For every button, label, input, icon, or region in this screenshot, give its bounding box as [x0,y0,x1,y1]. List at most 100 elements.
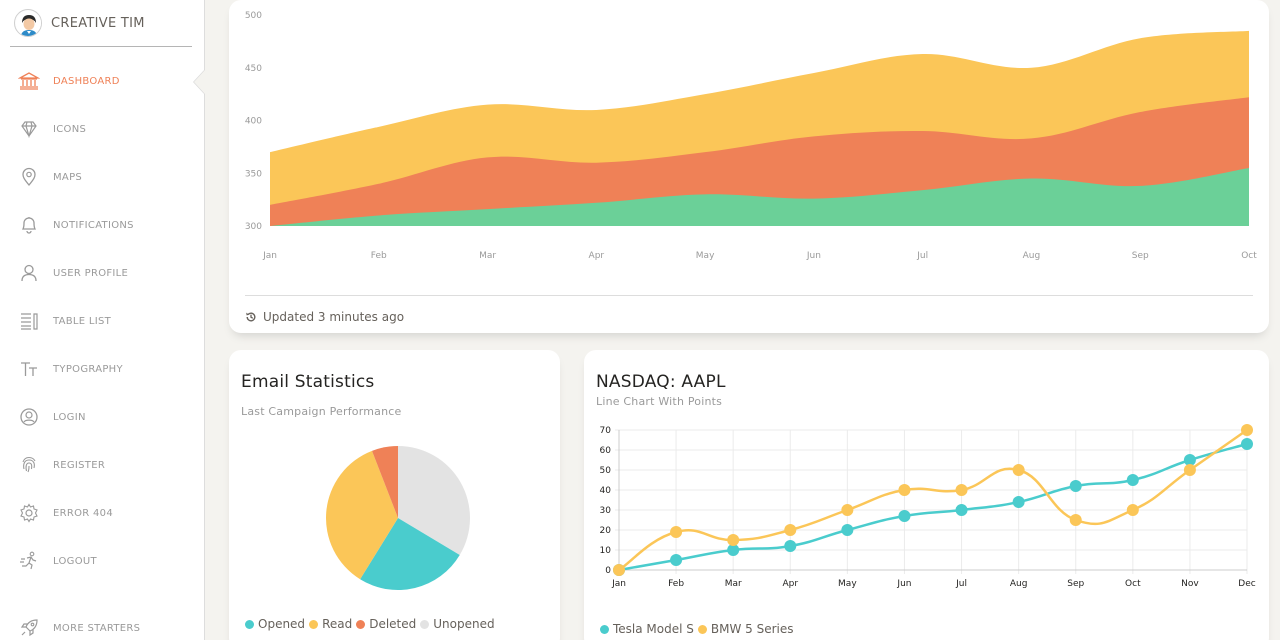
data-point[interactable] [670,554,683,566]
data-point[interactable] [1241,438,1253,450]
data-point[interactable] [898,510,911,522]
table-list-icon [21,313,38,330]
data-point[interactable] [784,524,797,536]
x-tick-label: Feb [668,579,684,589]
bell-icon [21,217,37,234]
y-tick-label: 20 [600,526,612,536]
x-tick-label: Oct [1241,251,1257,261]
data-point[interactable] [613,564,625,576]
sidebar-item-more-starters[interactable]: MORE STARTERS [0,604,204,640]
x-tick-label: Jan [611,579,626,589]
x-tick-label: Oct [1125,579,1141,589]
email-statistics-card: Email Statistics Last Campaign Performan… [229,350,560,640]
nasdaq-line-chart: 70 60 50 40 30 20 10 0Jan Feb Mar Apr May Jun Jul Aug S… [600,424,1256,589]
data-point[interactable] [670,526,683,538]
typography-icon [21,362,37,376]
legend-label: Opened [258,617,306,631]
legend-dot-icon [600,624,609,634]
legend-dot-icon [697,624,707,634]
y-tick-label: 50 [600,466,612,476]
x-tick-label: Jun [896,579,911,589]
sidebar-item-dashboard[interactable]: DASHBOARD [0,57,204,105]
sidebar-item-label: REGISTER [53,459,106,471]
x-tick-label: Sep [1067,579,1084,589]
x-tick-label: Nov [1181,579,1199,589]
brand-name: CREATIVE TIM [51,15,145,31]
sidebar-item-label: NOTIFICATIONS [53,219,134,231]
data-point[interactable] [1069,514,1082,526]
x-tick-label: Jul [916,251,928,261]
diamond-icon [21,121,37,139]
bank-icon [18,72,40,90]
users-behavior-card: 500 450 400 350 300 Jan Feb Mar Apr May Jun Jul Aug S… [229,0,1269,333]
sidebar-item-icons[interactable]: ICONS [0,105,204,153]
data-point[interactable] [841,504,854,516]
settings-icon [20,503,38,523]
data-point[interactable] [1241,424,1253,436]
legend-dot-icon [356,619,366,629]
nasdaq-card: NASDAQ: AAPL Line Chart With Points 70 60… [584,350,1269,640]
data-point[interactable] [1069,480,1082,492]
x-tick-label: Jul [955,579,967,589]
data-point[interactable] [1183,464,1196,476]
sidebar-item-label: TABLE LIST [53,315,112,327]
legend-label: Unopened [433,617,495,631]
data-point[interactable] [841,524,854,536]
y-tick-label: 400 [245,117,262,127]
sidebar-item-login[interactable]: LOGIN [0,393,204,441]
card-footer-stats: Updated 3 minutes ago [245,310,404,324]
legend-label: BMW 5 Series [710,622,794,636]
sidebar-item-label: DASHBOARD [53,75,120,87]
x-tick-label: Sep [1132,251,1149,261]
chart-legend: Tesla Model S BMW 5 Series [600,622,794,636]
sidebar-item-typography[interactable]: TYPOGRAPHY [0,345,204,393]
sidebar-item-user-profile[interactable]: USER PROFILE [0,249,204,297]
logout-icon [20,551,37,570]
login-icon [20,408,38,426]
x-tick-label: Aug [1023,251,1041,261]
sidebar-item-label: USER PROFILE [53,267,129,279]
y-tick-label: 500 [245,11,262,21]
sidebar-item-label: TYPOGRAPHY [53,363,123,375]
x-tick-label: Apr [589,251,605,261]
brand[interactable]: CREATIVE TIM [10,0,192,47]
y-tick-label: 450 [245,64,262,74]
card-title: NASDAQ: AAPL [596,372,726,392]
map-pin-icon [22,167,36,187]
y-tick-label: 10 [600,546,612,556]
data-point[interactable] [955,484,968,496]
data-point[interactable] [784,540,797,552]
data-point[interactable] [1126,504,1139,516]
data-point[interactable] [727,534,740,546]
history-icon [246,312,256,322]
sidebar-item-register[interactable]: REGISTER [0,441,204,489]
y-tick-label: 350 [245,169,262,179]
users-behavior-chart: 500 450 400 350 300 Jan Feb Mar Apr May Jun Jul Aug S… [245,11,1257,261]
sidebar-item-maps[interactable]: MAPS [0,153,204,201]
x-tick-label: Mar [725,579,742,589]
data-point[interactable] [1012,464,1025,476]
sidebar: CREATIVE TIM DASHBOARD ICONS MAPS NOTIFICAT… [0,0,205,640]
user-icon [21,264,37,282]
updated-text: Updated 3 minutes ago [263,310,405,324]
sidebar-item-label: MORE STARTERS [53,622,141,634]
x-tick-label: Jun [806,251,821,261]
sidebar-item-notifications[interactable]: NOTIFICATIONS [0,201,204,249]
data-point[interactable] [955,504,968,516]
sidebar-item-logout[interactable]: LOGOUT [0,537,204,585]
sidebar-item-label: LOGIN [53,411,86,423]
rocket-icon [20,619,38,637]
card-title: Email Statistics [241,372,375,392]
legend-label: Read [322,617,353,631]
data-point[interactable] [1012,496,1025,508]
data-point[interactable] [898,484,911,496]
email-statistics-chart [326,446,470,590]
data-point[interactable] [1126,474,1139,486]
sidebar-item-error-404[interactable]: ERROR 404 [0,489,204,537]
sidebar-item-table-list[interactable]: TABLE LIST [0,297,204,345]
line-series-1 [618,428,1248,572]
line-series-0 [618,442,1248,572]
x-tick-label: Jan [262,251,277,261]
y-tick-label: 0 [605,566,611,576]
y-tick-label: 70 [600,426,612,436]
